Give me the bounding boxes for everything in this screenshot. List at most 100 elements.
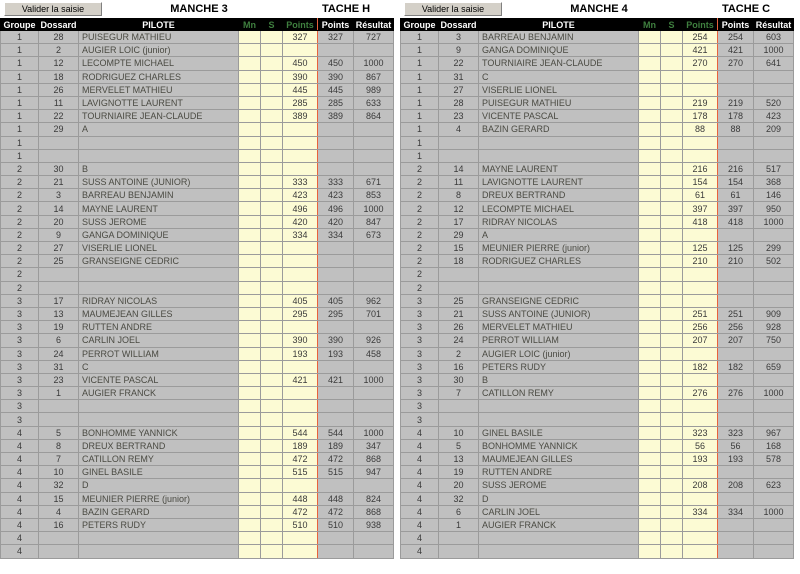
row-cell-points-entry[interactable] xyxy=(282,386,318,401)
row-cell-points-entry[interactable]: 397 xyxy=(682,201,718,216)
row-cell-points-entry[interactable]: 496 xyxy=(282,201,318,216)
row-cell-mn[interactable] xyxy=(638,425,661,440)
row-cell-s[interactable] xyxy=(660,306,683,322)
row-cell-mn[interactable] xyxy=(238,372,261,388)
row-cell-s[interactable] xyxy=(660,544,683,559)
row-cell-s[interactable] xyxy=(660,148,683,163)
row-cell-s[interactable] xyxy=(660,214,683,229)
row-cell-mn[interactable] xyxy=(238,175,261,190)
row-cell-points-entry[interactable]: 421 xyxy=(282,372,318,388)
row-cell-mn[interactable] xyxy=(638,293,661,308)
row-cell-mn[interactable] xyxy=(238,214,261,229)
row-cell-mn[interactable] xyxy=(238,399,261,414)
row-cell-points-entry[interactable] xyxy=(282,267,318,282)
row-cell-points-entry[interactable]: 334 xyxy=(282,227,318,243)
row-cell-points-entry[interactable]: 472 xyxy=(282,451,318,467)
validate-entry-button-manche3[interactable]: Valider la saisie xyxy=(4,2,102,16)
row-cell-points-entry[interactable]: 56 xyxy=(682,438,718,454)
row-cell-mn[interactable] xyxy=(638,517,661,533)
row-cell-points-entry[interactable]: 254 xyxy=(682,29,718,45)
row-cell-mn[interactable] xyxy=(638,82,661,97)
row-cell-points-entry[interactable] xyxy=(682,267,718,282)
row-cell-s[interactable] xyxy=(660,531,683,546)
row-cell-mn[interactable] xyxy=(638,201,661,216)
row-cell-points-entry[interactable]: 510 xyxy=(282,517,318,533)
row-cell-mn[interactable] xyxy=(238,491,261,506)
row-cell-points-entry[interactable] xyxy=(282,254,318,269)
row-cell-s[interactable] xyxy=(660,399,683,414)
row-cell-mn[interactable] xyxy=(238,188,261,203)
row-cell-mn[interactable] xyxy=(238,161,261,177)
row-cell-s[interactable] xyxy=(260,320,283,335)
row-cell-mn[interactable] xyxy=(638,412,661,427)
row-cell-mn[interactable] xyxy=(638,333,661,348)
row-cell-mn[interactable] xyxy=(238,280,261,295)
row-cell-s[interactable] xyxy=(260,109,283,124)
row-cell-s[interactable] xyxy=(260,56,283,71)
row-cell-points-entry[interactable]: 88 xyxy=(682,122,718,137)
row-cell-points-entry[interactable] xyxy=(682,280,718,295)
row-cell-s[interactable] xyxy=(260,306,283,322)
row-cell-points-entry[interactable] xyxy=(282,412,318,427)
row-cell-points-entry[interactable]: 61 xyxy=(682,188,718,203)
row-cell-mn[interactable] xyxy=(238,240,261,256)
row-cell-mn[interactable] xyxy=(638,69,661,84)
row-cell-s[interactable] xyxy=(260,491,283,506)
row-cell-s[interactable] xyxy=(260,43,283,58)
row-cell-s[interactable] xyxy=(660,227,683,243)
row-cell-s[interactable] xyxy=(660,504,683,519)
row-cell-mn[interactable] xyxy=(638,161,661,177)
row-cell-points-entry[interactable] xyxy=(682,69,718,84)
row-cell-s[interactable] xyxy=(260,135,283,150)
row-cell-s[interactable] xyxy=(660,478,683,493)
row-cell-mn[interactable] xyxy=(638,465,661,480)
row-cell-s[interactable] xyxy=(260,372,283,388)
row-cell-mn[interactable] xyxy=(638,386,661,401)
row-cell-points-entry[interactable]: 251 xyxy=(682,306,718,322)
row-cell-mn[interactable] xyxy=(238,425,261,440)
row-cell-s[interactable] xyxy=(660,82,683,97)
row-cell-points-entry[interactable] xyxy=(682,531,718,546)
row-cell-mn[interactable] xyxy=(238,135,261,150)
row-cell-points-entry[interactable]: 327 xyxy=(282,29,318,45)
row-cell-s[interactable] xyxy=(260,412,283,427)
row-cell-points-entry[interactable]: 182 xyxy=(682,359,718,374)
row-cell-mn[interactable] xyxy=(238,227,261,243)
row-cell-mn[interactable] xyxy=(638,451,661,467)
row-cell-points-entry[interactable]: 193 xyxy=(682,451,718,467)
row-cell-mn[interactable] xyxy=(238,386,261,401)
row-cell-points-entry[interactable] xyxy=(282,320,318,335)
row-cell-points-entry[interactable]: 285 xyxy=(282,95,318,111)
row-cell-points-entry[interactable]: 390 xyxy=(282,333,318,348)
row-cell-mn[interactable] xyxy=(238,451,261,467)
row-cell-mn[interactable] xyxy=(238,201,261,216)
row-cell-points-entry[interactable] xyxy=(682,293,718,308)
row-cell-points-entry[interactable] xyxy=(282,544,318,559)
row-cell-mn[interactable] xyxy=(238,346,261,361)
row-cell-s[interactable] xyxy=(260,438,283,454)
row-cell-points-entry[interactable] xyxy=(282,531,318,546)
row-cell-s[interactable] xyxy=(260,478,283,493)
row-cell-points-entry[interactable] xyxy=(682,372,718,388)
row-cell-points-entry[interactable] xyxy=(682,491,718,506)
row-cell-mn[interactable] xyxy=(638,280,661,295)
row-cell-points-entry[interactable]: 207 xyxy=(682,333,718,348)
row-cell-s[interactable] xyxy=(660,188,683,203)
row-cell-mn[interactable] xyxy=(238,531,261,546)
row-cell-s[interactable] xyxy=(660,175,683,190)
row-cell-mn[interactable] xyxy=(238,95,261,111)
row-cell-s[interactable] xyxy=(260,531,283,546)
row-cell-points-entry[interactable]: 418 xyxy=(682,214,718,229)
row-cell-s[interactable] xyxy=(660,451,683,467)
row-cell-s[interactable] xyxy=(660,386,683,401)
row-cell-mn[interactable] xyxy=(238,56,261,71)
row-cell-s[interactable] xyxy=(260,465,283,480)
row-cell-points-entry[interactable] xyxy=(282,135,318,150)
row-cell-points-entry[interactable]: 472 xyxy=(282,504,318,519)
row-cell-points-entry[interactable]: 515 xyxy=(282,465,318,480)
row-cell-s[interactable] xyxy=(660,135,683,150)
row-cell-mn[interactable] xyxy=(638,531,661,546)
row-cell-mn[interactable] xyxy=(638,188,661,203)
row-cell-s[interactable] xyxy=(660,43,683,58)
row-cell-s[interactable] xyxy=(660,491,683,506)
